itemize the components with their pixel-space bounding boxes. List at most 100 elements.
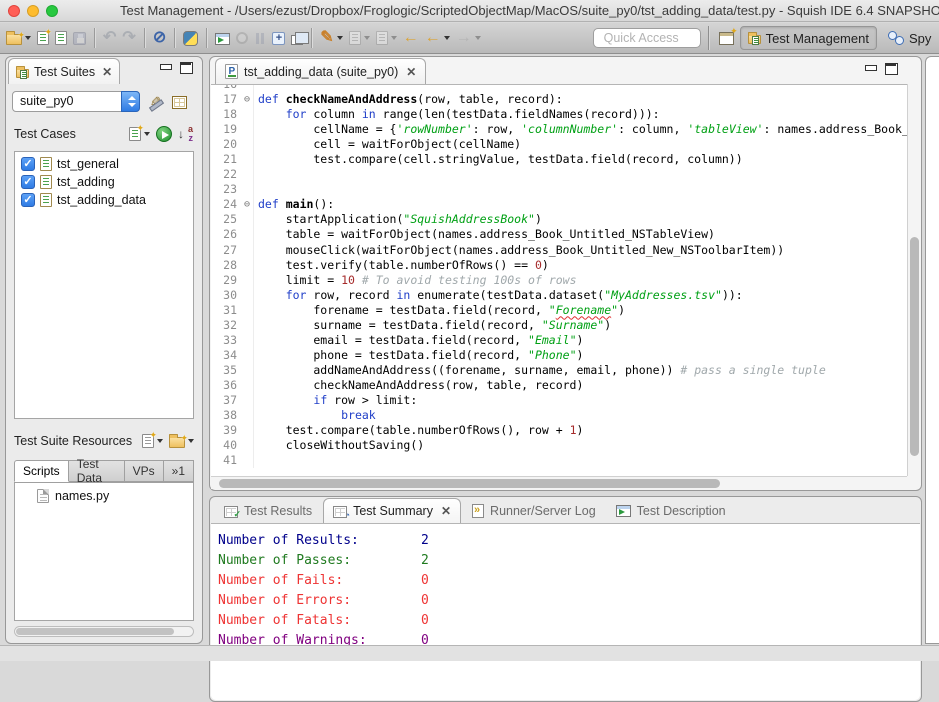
close-icon[interactable]: ✕ — [406, 65, 416, 79]
code-line[interactable]: 40 closeWithoutSaving() — [211, 438, 907, 453]
maximize-view-button[interactable] — [180, 62, 192, 73]
code-text: if row > limit: — [254, 393, 417, 408]
resource-tab-vps[interactable]: VPs — [125, 460, 164, 482]
test-case-row[interactable]: ✓tst_general — [17, 155, 191, 173]
suite-selector-row: suite_py0 — [6, 84, 202, 118]
zoom-window-button[interactable] — [46, 5, 58, 17]
code-line[interactable]: 20 cell = waitForObject(cellName) — [211, 137, 907, 152]
code-line[interactable]: 30 for row, record in enumerate(testData… — [211, 288, 907, 303]
forward-history-button[interactable]: → — [454, 26, 483, 50]
import-button[interactable] — [374, 26, 399, 50]
code-line[interactable]: 34 phone = testData.field(record, "Phone… — [211, 348, 907, 363]
code-line[interactable]: 41 — [211, 453, 907, 468]
tab-test-results[interactable]: ✓Test Results — [215, 498, 321, 523]
code-editor[interactable]: 1617⊖def checkNameAndAddress(row, table,… — [211, 84, 907, 476]
code-line[interactable]: 18 for column in range(len(testData.fiel… — [211, 107, 907, 122]
fold-marker-icon[interactable]: ⊖ — [241, 197, 254, 212]
collapsed-view-strip[interactable] — [925, 56, 939, 644]
code-line[interactable]: 31 forename = testData.field(record, "Fo… — [211, 303, 907, 318]
editor-horizontal-scrollbar[interactable] — [211, 476, 907, 489]
quick-access-input[interactable] — [593, 28, 701, 48]
code-line[interactable]: 39 test.compare(table.numberOfRows(), ro… — [211, 423, 907, 438]
test-case-checkbox[interactable]: ✓ — [21, 157, 35, 171]
code-line[interactable]: 32 surname = testData.field(record, "Sur… — [211, 318, 907, 333]
perspective-spy[interactable]: Spy — [881, 26, 935, 50]
code-text: limit = 10 # To avoid testing 100s of ro… — [254, 273, 577, 288]
code-line[interactable]: 21 test.compare(cell.stringValue, testDa… — [211, 152, 907, 167]
minimize-view-button[interactable] — [159, 62, 171, 73]
python-button[interactable] — [181, 26, 200, 50]
undo-button[interactable]: ↶ — [101, 26, 118, 50]
minimize-view-button[interactable] — [864, 63, 876, 74]
code-line[interactable]: 25 startApplication("SquishAddressBook") — [211, 212, 907, 227]
fold-column — [241, 182, 254, 197]
record-button[interactable] — [234, 26, 250, 50]
code-line[interactable]: 16 — [211, 84, 907, 92]
launch-aut-button[interactable] — [213, 26, 232, 50]
test-case-checkbox[interactable]: ✓ — [21, 175, 35, 189]
editor-vertical-scrollbar[interactable] — [907, 84, 920, 476]
fold-marker-icon[interactable]: ⊖ — [241, 92, 254, 107]
code-line[interactable]: 38 break — [211, 408, 907, 423]
new-test-suite-button[interactable]: ✦ — [4, 26, 33, 50]
code-line[interactable]: 28 test.verify(table.numberOfRows() == 0… — [211, 258, 907, 273]
minimize-window-button[interactable] — [27, 5, 39, 17]
toolbar-separator — [174, 28, 175, 48]
code-line[interactable]: 19 cellName = {'rowNumber': row, 'column… — [211, 122, 907, 137]
open-perspective-button[interactable] — [717, 26, 736, 50]
code-line[interactable]: 29 limit = 10 # To avoid testing 100s of… — [211, 273, 907, 288]
test-case-row[interactable]: ✓tst_adding — [17, 173, 191, 191]
spy-slash-button[interactable]: ⊘ — [151, 26, 168, 50]
test-case-icon — [40, 193, 52, 207]
open-perspective-icon — [719, 32, 734, 45]
test-suites-view-tab[interactable]: Test Suites ✕ — [8, 58, 120, 84]
sort-az-button[interactable]: az — [178, 126, 194, 142]
windows-button[interactable] — [289, 26, 305, 50]
resource-tab--1[interactable]: »1 — [164, 460, 194, 482]
tab-test-description[interactable]: Test Description — [607, 498, 735, 523]
code-line[interactable]: 26 table = waitForObject(names.address_B… — [211, 227, 907, 242]
resource-file-row[interactable]: names.py — [19, 489, 189, 503]
tab-runner-server-log[interactable]: Runner/Server Log — [463, 498, 605, 523]
resource-tab-scripts[interactable]: Scripts — [14, 460, 69, 482]
back-button[interactable]: ← — [401, 26, 421, 50]
test-case-row[interactable]: ✓tst_adding_data — [17, 191, 191, 209]
new-folder-button[interactable]: ✦ — [169, 429, 194, 453]
code-line[interactable]: 37 if row > limit: — [211, 393, 907, 408]
redo-button[interactable]: ↷ — [120, 26, 137, 50]
code-line[interactable]: 27 mouseClick(waitForObject(names.addres… — [211, 243, 907, 258]
close-icon[interactable]: ✕ — [441, 504, 451, 518]
maximize-view-button[interactable] — [885, 63, 897, 74]
line-number: 21 — [211, 152, 241, 167]
new-test-case-button[interactable]: ✦ — [129, 122, 150, 146]
code-line[interactable]: 24⊖def main(): — [211, 197, 907, 212]
pause-button[interactable] — [252, 26, 268, 50]
perspective-test-management[interactable]: Test Management — [740, 26, 877, 50]
code-line[interactable]: 36 checkNameAndAddress(row, table, recor… — [211, 378, 907, 393]
editor-tab[interactable]: tst_adding_data (suite_py0) ✕ — [215, 58, 426, 84]
suite-settings-icon[interactable] — [172, 96, 187, 109]
back-history-button[interactable]: ← — [423, 26, 452, 50]
resource-tab-test-data[interactable]: Test Data — [69, 460, 125, 482]
code-line[interactable]: 33 email = testData.field(record, "Email… — [211, 333, 907, 348]
tab-test-summary[interactable]: ◔Test Summary✕ — [323, 498, 461, 523]
left-horizontal-scrollbar[interactable] — [14, 626, 194, 637]
new-folder-icon: ✦ — [169, 437, 185, 448]
object-map-icon[interactable] — [148, 94, 164, 110]
close-icon[interactable]: ✕ — [102, 65, 112, 79]
test-case-checkbox[interactable]: ✓ — [21, 193, 35, 207]
save-button[interactable] — [71, 26, 88, 50]
edit-script-button[interactable]: ✎ — [318, 26, 344, 50]
close-window-button[interactable] — [8, 5, 20, 17]
run-test-suite-button[interactable] — [156, 126, 172, 142]
code-line[interactable]: 17⊖def checkNameAndAddress(row, table, r… — [211, 92, 907, 107]
code-line[interactable]: 35 addNameAndAddress((forename, surname,… — [211, 363, 907, 378]
new-test-case-button[interactable]: ✦ — [35, 26, 51, 50]
run-script-button[interactable] — [347, 26, 372, 50]
code-line[interactable]: 22 — [211, 167, 907, 182]
code-line[interactable]: 23 — [211, 182, 907, 197]
suite-selector[interactable]: suite_py0 — [12, 91, 140, 112]
new-file-button[interactable]: ✦ — [142, 429, 163, 453]
open-test-suite-button[interactable] — [53, 26, 69, 50]
interrupt-button[interactable] — [270, 26, 287, 50]
